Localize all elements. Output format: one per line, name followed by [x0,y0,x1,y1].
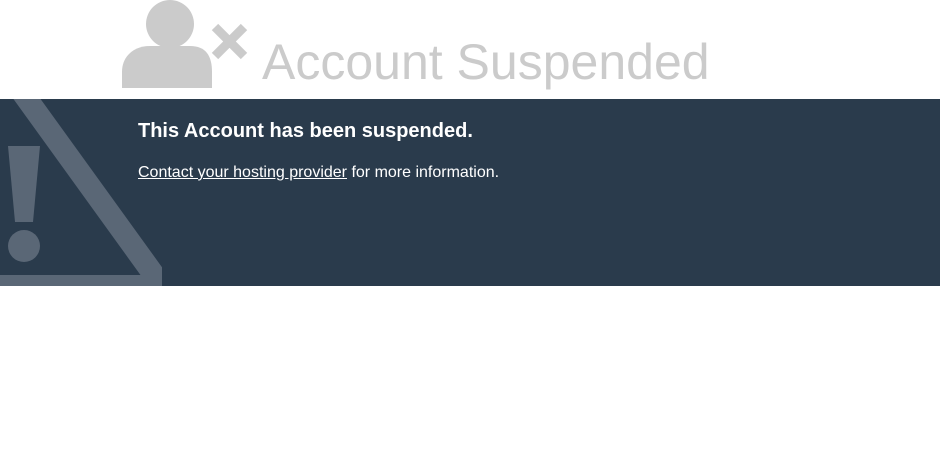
user-remove-icon [122,0,248,88]
page-title: Account Suspended [262,34,710,90]
suspended-page: Account Suspended This Account has been … [0,0,940,467]
suspension-message: This Account has been suspended. Contact… [138,119,499,182]
contact-provider-link[interactable]: Contact your hosting provider [138,164,347,181]
suspension-banner: This Account has been suspended. Contact… [0,99,940,286]
contact-text: Contact your hosting provider for more i… [138,163,499,182]
suspension-heading: This Account has been suspended. [138,120,473,142]
contact-text-suffix: for more information. [347,164,500,181]
page-header: Account Suspended [0,0,940,99]
